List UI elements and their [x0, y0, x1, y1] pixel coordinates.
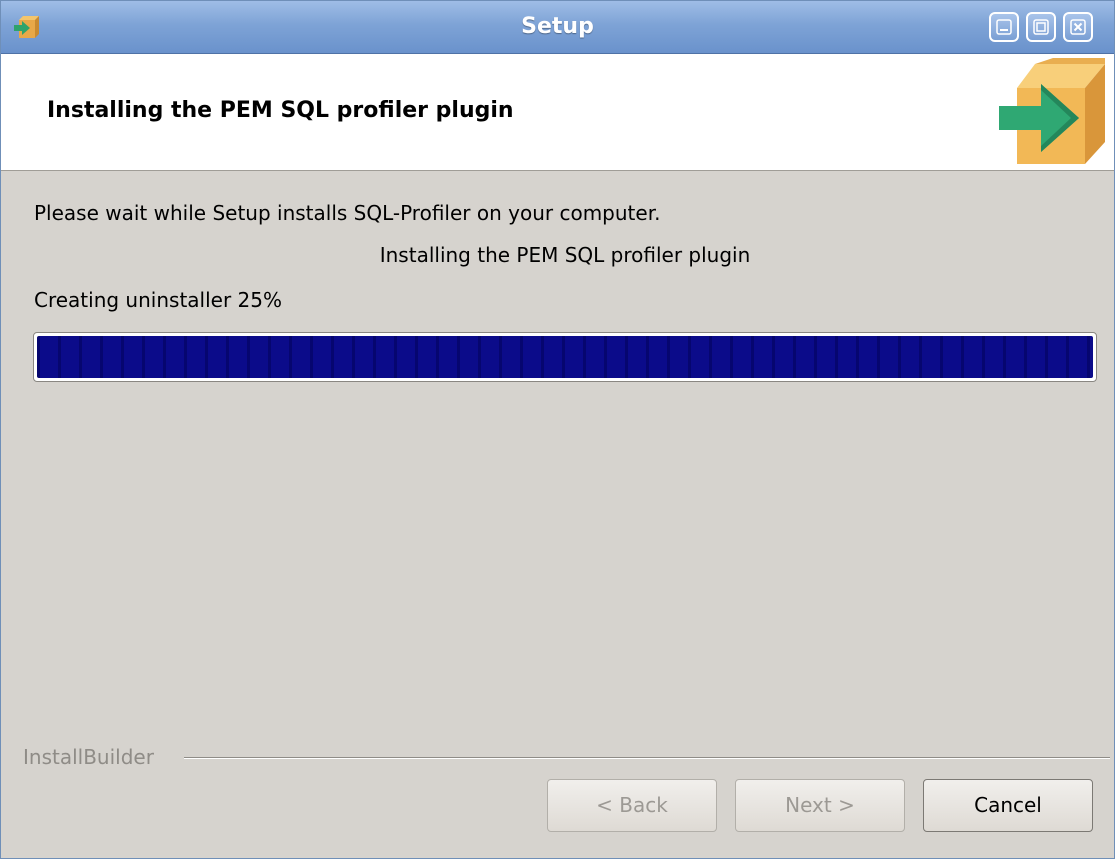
progress-label: Creating uninstaller 25%	[34, 288, 282, 312]
window-title: Setup	[521, 14, 594, 39]
box-arrow-icon	[999, 58, 1105, 164]
maximize-icon	[1033, 19, 1049, 35]
cancel-button[interactable]: Cancel	[923, 779, 1093, 832]
footer-separator	[184, 757, 1110, 759]
title-bar[interactable]: Setup	[1, 1, 1114, 54]
progress-fill	[37, 336, 1093, 378]
minimize-button[interactable]	[989, 12, 1019, 42]
maximize-button[interactable]	[1026, 12, 1056, 42]
install-status-text: Installing the PEM SQL profiler plugin	[379, 243, 751, 267]
close-icon	[1070, 19, 1086, 35]
page-title: Installing the PEM SQL profiler plugin	[47, 98, 514, 123]
wait-message: Please wait while Setup installs SQL-Pro…	[34, 201, 661, 225]
close-button[interactable]	[1063, 12, 1093, 42]
minimize-icon	[996, 19, 1012, 35]
installbuilder-label: InstallBuilder	[23, 745, 154, 769]
back-button[interactable]: < Back	[547, 779, 717, 832]
header-panel: Installing the PEM SQL profiler plugin	[1, 54, 1114, 171]
next-button[interactable]: Next >	[735, 779, 905, 832]
progress-bar	[33, 332, 1097, 382]
setup-window: Setup Installing the PEM SQL profiler pl…	[0, 0, 1115, 859]
